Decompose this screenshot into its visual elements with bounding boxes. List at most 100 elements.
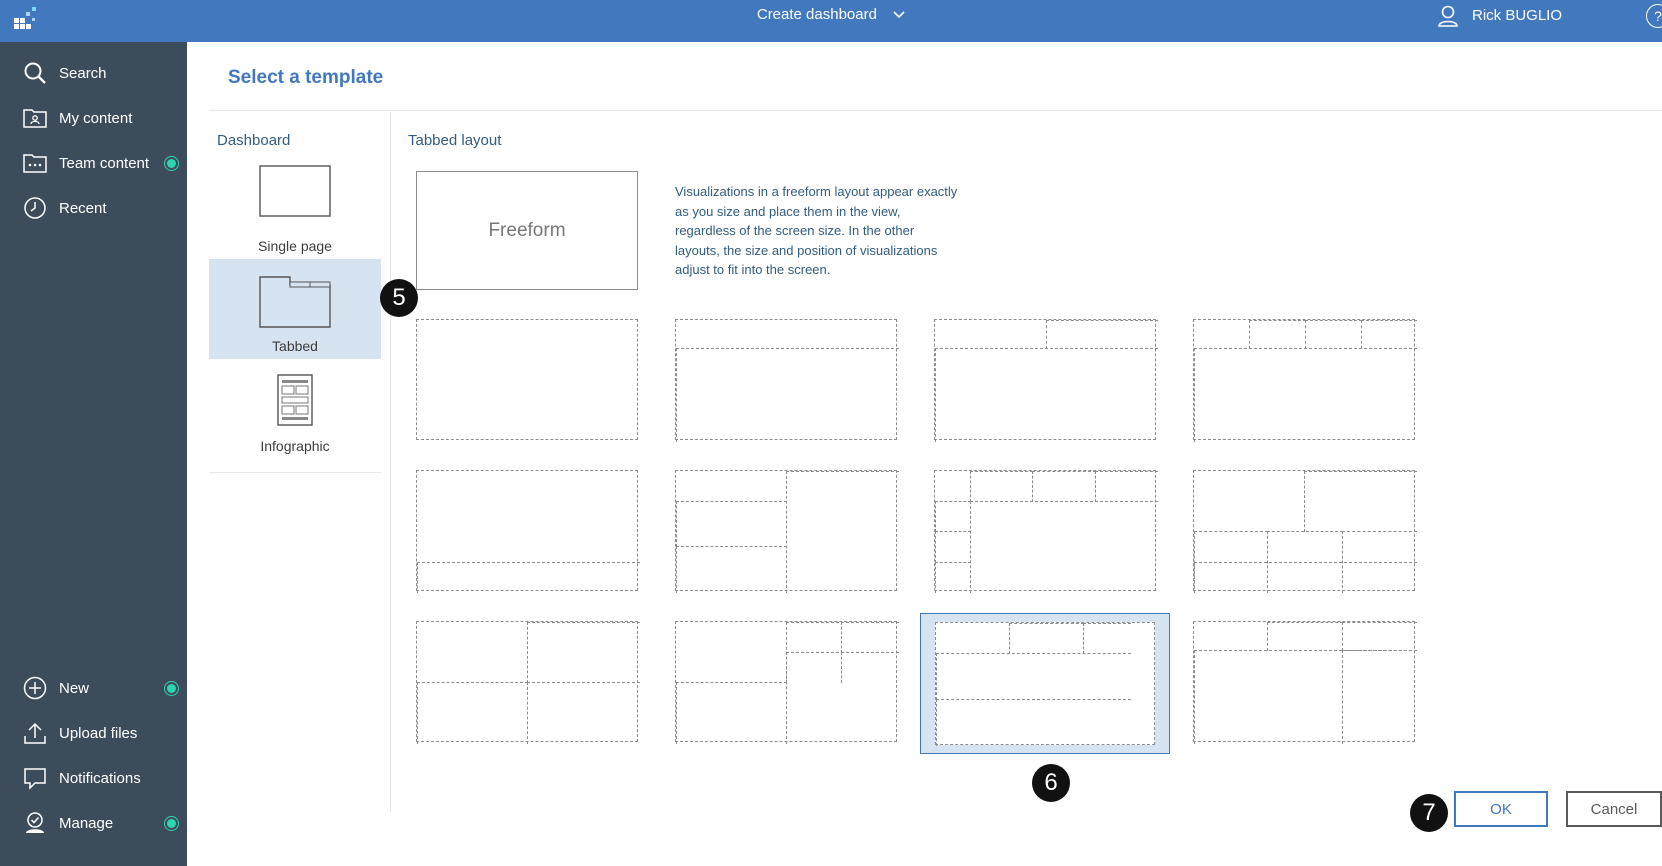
template-cell (935, 348, 1158, 442)
main-content: Select a template Dashboard Single page … (187, 42, 1662, 866)
clock-icon (22, 195, 48, 221)
template-option[interactable] (1193, 621, 1417, 744)
template-thumbnail (934, 319, 1158, 442)
freeform-description: Visualizations in a freeform layout appe… (675, 184, 958, 277)
plus-circle-icon (22, 675, 48, 701)
template-freeform[interactable]: Freeform (416, 171, 638, 290)
sidebar-item-manage[interactable]: Manage (0, 806, 187, 840)
callout-badge-7: 7 (1410, 794, 1448, 832)
template-cell (1249, 320, 1306, 349)
manage-icon (22, 810, 48, 836)
template-option[interactable] (1193, 319, 1417, 442)
layout-option-label: Single page (258, 238, 332, 254)
template-cell (1304, 471, 1417, 532)
single-page-icon (259, 165, 331, 217)
divider (209, 110, 1662, 111)
layout-option-single-page[interactable]: Single page (209, 159, 381, 259)
template-thumbnail (934, 470, 1158, 593)
layout-type-panel: Dashboard Single page Tabbed Infographic (209, 112, 389, 812)
tabbed-icon (259, 276, 331, 328)
template-cell (970, 501, 1158, 593)
sidebar-item-label: Recent (59, 199, 107, 217)
sidebar-item-label: New (59, 679, 90, 697)
dashboard-title-menu[interactable]: Create dashboard (0, 0, 1662, 30)
template-option[interactable] (934, 319, 1158, 442)
template-thumbnail (1193, 319, 1417, 442)
template-cell (676, 682, 787, 744)
sidebar-item-my-content[interactable]: My content (0, 101, 187, 135)
layout-option-tabbed[interactable]: Tabbed (209, 259, 381, 359)
template-option[interactable] (675, 470, 899, 593)
sidebar-item-search[interactable]: Search (0, 56, 187, 90)
template-cell (786, 471, 899, 593)
template-option[interactable] (1193, 470, 1417, 593)
layout-option-label: Infographic (260, 438, 330, 454)
template-cell (1361, 320, 1417, 349)
template-cell (1267, 622, 1343, 651)
divider (209, 472, 381, 473)
ok-button[interactable]: OK (1454, 791, 1548, 827)
divider (390, 112, 391, 812)
template-thumbnail (1193, 470, 1417, 593)
template-thumbnail (675, 319, 899, 442)
user-menu[interactable]: Rick BUGLIO (1438, 4, 1562, 28)
template-option[interactable] (416, 319, 638, 440)
template-cell (527, 622, 640, 683)
template-cell (1083, 623, 1131, 654)
status-indicator (167, 818, 176, 828)
user-name: Rick BUGLIO (1471, 7, 1562, 24)
template-option[interactable] (416, 621, 640, 744)
infographic-icon (277, 374, 313, 426)
template-thumbnail (675, 621, 899, 744)
tabbed-layout-section-label: Tabbed layout (408, 132, 502, 149)
upload-icon (22, 720, 48, 746)
sidebar-item-new[interactable]: New (0, 671, 187, 705)
template-cell (676, 501, 787, 547)
template-thumbnail (1193, 621, 1417, 744)
dashboard-section-label: Dashboard (217, 132, 291, 149)
template-thumbnail (416, 470, 640, 593)
template-option[interactable] (675, 319, 899, 442)
layout-option-infographic[interactable]: Infographic (209, 359, 381, 459)
sidebar-item-upload-files[interactable]: Upload files (0, 716, 187, 750)
callout-badge-5: 5 (380, 279, 418, 317)
template-cell (676, 348, 899, 442)
cancel-button[interactable]: Cancel (1566, 791, 1662, 827)
template-option[interactable] (416, 470, 640, 593)
callout-badge-6: 6 (1032, 764, 1070, 802)
template-cell (936, 653, 1131, 700)
template-cell (935, 531, 971, 563)
template-option[interactable] (934, 470, 1158, 593)
template-option[interactable] (675, 621, 899, 744)
template-cell (1342, 622, 1417, 651)
template-thumbnail (935, 622, 1155, 746)
sidebar-item-recent[interactable]: Recent (0, 191, 187, 225)
template-cell (417, 562, 640, 593)
template-cell (1095, 471, 1158, 502)
template-cell (1046, 320, 1158, 349)
sidebar-item-team-content[interactable]: Team content (0, 146, 187, 180)
folder-user-icon (22, 105, 48, 131)
sidebar: Search My content Team content Recent Ne… (0, 42, 187, 866)
sidebar-item-label: Upload files (59, 724, 138, 742)
status-indicator (167, 683, 176, 693)
sidebar-item-label: Team content (59, 154, 150, 172)
sidebar-item-label: My content (59, 109, 133, 127)
sidebar-item-label: Manage (59, 814, 114, 832)
template-cell (1342, 650, 1417, 744)
template-cell (935, 501, 971, 532)
folder-team-icon (22, 150, 48, 176)
template-cell (1305, 320, 1362, 349)
template-cell (676, 546, 787, 593)
template-cell (1194, 348, 1417, 442)
chevron-down-icon (893, 11, 905, 19)
page-title: Select a template (228, 67, 384, 88)
template-option[interactable] (920, 613, 1170, 754)
template-cell (935, 562, 971, 593)
sidebar-item-notifications[interactable]: Notifications (0, 761, 187, 795)
layout-option-label: Tabbed (272, 338, 318, 354)
chat-icon (22, 765, 48, 791)
template-cell (1009, 623, 1084, 654)
page-title-text: Create dashboard (756, 6, 877, 23)
template-cell (936, 699, 1131, 746)
